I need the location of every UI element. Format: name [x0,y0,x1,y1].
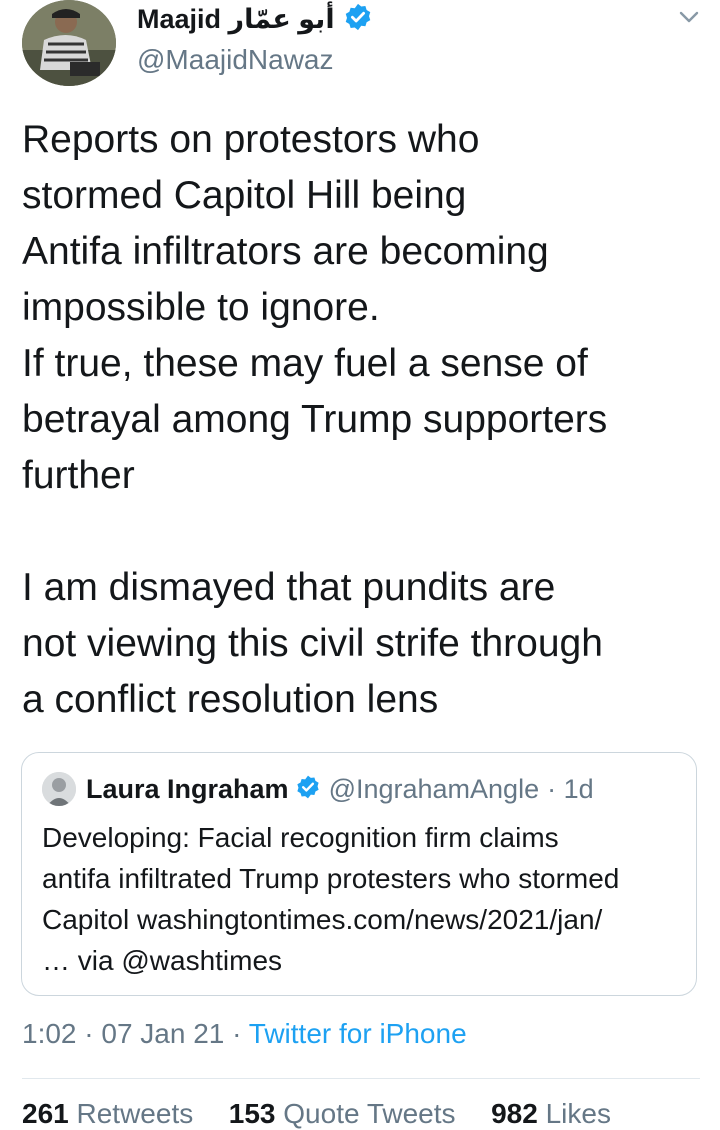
tweet-meta: 1:02 · 07 Jan 21 · Twitter for iPhone [22,1018,467,1050]
verified-badge-icon [343,2,373,37]
quoted-tweet-header: Laura Ingraham @IngrahamAngle · 1d [42,769,594,809]
chevron-down-icon[interactable] [678,8,700,26]
quote-tweets-stat[interactable]: 153 Quote Tweets [229,1098,456,1129]
author-handle[interactable]: @MaajidNawaz [137,44,334,76]
tweet-body-text: Reports on protestors who stormed Capito… [22,118,608,721]
author-display-name[interactable]: Maajid أبو عمّار [137,4,335,35]
verified-badge-icon [295,774,321,805]
likes-count: 982 [491,1098,538,1129]
retweets-count: 261 [22,1098,69,1129]
author-avatar[interactable] [22,0,116,86]
quoted-author-name: Laura Ingraham [86,773,289,804]
tweet-source-link[interactable]: Twitter for iPhone [249,1018,467,1049]
tweet-time[interactable]: 1:02 [22,1018,77,1049]
quoted-tweet-card[interactable]: Laura Ingraham @IngrahamAngle · 1d Devel… [21,752,697,996]
likes-label: Likes [545,1098,611,1129]
quotes-label: Quote Tweets [283,1098,456,1129]
likes-stat[interactable]: 982 Likes [491,1098,611,1129]
quoted-tweet-text: Developing: Facial recognition firm clai… [42,822,620,976]
divider [22,1078,700,1079]
quotes-count: 153 [228,1098,276,1129]
quoted-tweet-age: · 1d [547,773,594,804]
author-name-line: Maajid أبو عمّار [137,2,373,36]
quoted-author-handle: @IngrahamAngle [328,773,540,804]
retweets-label: Retweets [76,1098,194,1129]
quoted-author-avatar [42,772,76,806]
tweet-date[interactable]: · 07 Jan 21 · [84,1018,241,1049]
retweets-stat[interactable]: 261 Retweets [22,1098,193,1129]
tweet-stats: 261 Retweets 153 Quote Tweets 982 Likes [22,1098,611,1130]
tweet-header: Maajid أبو عمّار @MaajidNawaz [0,0,720,100]
